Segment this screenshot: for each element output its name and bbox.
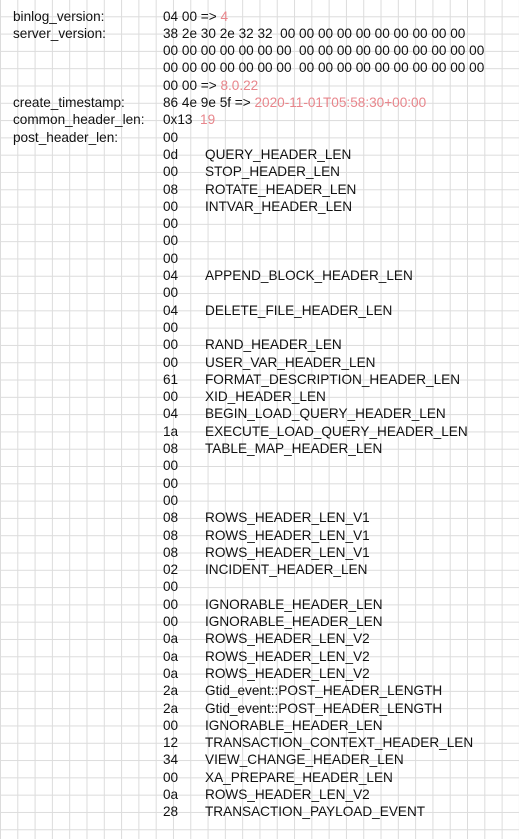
entry-hex: 00 xyxy=(163,354,179,370)
hex-bytes: 00 00 00 00 00 00 00 00 00 00 00 00 00 0… xyxy=(163,43,485,59)
entry-hex: 08 xyxy=(163,544,179,560)
entry-name: ROWS_HEADER_LEN_V1 xyxy=(205,544,370,560)
field-value: 0x13 19 xyxy=(163,111,215,128)
entry-hex: 00 xyxy=(163,614,179,629)
entry-hex: 2a xyxy=(163,700,179,716)
entry-name: TRANSACTION_CONTEXT_HEADER_LEN xyxy=(205,735,474,751)
entry-hex: 00 xyxy=(163,458,179,474)
entry-hex: 0a xyxy=(163,787,179,802)
entry-hex: 0a xyxy=(163,648,179,664)
hex-bytes: 04 00 => xyxy=(163,8,221,24)
hex-bytes: 38 2e 30 2e 32 32 00 00 00 00 00 00 00 0… xyxy=(163,25,466,41)
field-value: 38 2e 30 2e 32 32 00 00 00 00 00 00 00 0… xyxy=(163,25,465,42)
entry-hex: 34 xyxy=(163,752,179,768)
entry-name: FORMAT_DESCRIPTION_HEADER_LEN xyxy=(205,371,461,387)
entry-hex: 00 xyxy=(163,596,179,612)
entry-hex: 00 xyxy=(163,769,179,785)
entry-hex: 00 xyxy=(163,285,179,301)
hex-bytes: 0x13 xyxy=(163,112,201,128)
entry-hex: 12 xyxy=(163,735,179,751)
entry-hex: 00 xyxy=(163,164,179,180)
entry-hex: 00 xyxy=(163,250,179,266)
decoded-value: 2020-11-01T05:58:30+00:00 xyxy=(254,95,427,110)
entry-hex: 00 xyxy=(163,337,179,353)
entry-hex: 02 xyxy=(163,562,179,578)
entry-name: ROWS_HEADER_LEN_V1 xyxy=(205,510,370,526)
field-value: 86 4e 9e 5f => 2020-11-01T05:58:30+00:00 xyxy=(163,94,426,111)
entry-name: EXECUTE_LOAD_QUERY_HEADER_LEN xyxy=(205,423,468,439)
decoded-value: 4 xyxy=(220,8,229,24)
entry-name: ROWS_HEADER_LEN_V2 xyxy=(205,631,370,647)
entry-hex: 00 xyxy=(163,389,179,405)
hex-bytes: 86 4e 9e 5f => xyxy=(163,95,255,110)
entry-name: APPEND_BLOCK_HEADER_LEN xyxy=(205,268,413,283)
field-value: 00 00 00 00 00 00 00 00 00 00 00 00 00 0… xyxy=(163,42,484,59)
hex-bytes: 00 xyxy=(163,129,179,145)
entry-name: ROWS_HEADER_LEN_V2 xyxy=(205,648,370,664)
field-label: create_timestamp: xyxy=(13,95,125,110)
field-value: 00 xyxy=(163,129,178,146)
entry-hex: 00 xyxy=(163,319,179,335)
field-value: 00 00 00 00 00 00 00 00 00 00 00 00 00 0… xyxy=(163,59,484,76)
entry-hex: 61 xyxy=(163,371,179,387)
entry-name: TRANSACTION_PAYLOAD_EVENT xyxy=(205,804,426,820)
entry-name: IGNORABLE_HEADER_LEN xyxy=(205,596,383,612)
entry-hex: 00 xyxy=(163,475,179,491)
hex-bytes: 00 00 => xyxy=(163,77,221,93)
entry-hex: 0d xyxy=(163,146,179,162)
entry-name: VIEW_CHANGE_HEADER_LEN xyxy=(205,752,404,768)
field-label: common_header_len: xyxy=(13,112,145,128)
decoded-value: 19 xyxy=(200,112,216,128)
entry-name: INTVAR_HEADER_LEN xyxy=(205,198,353,214)
entry-name: XA_PREPARE_HEADER_LEN xyxy=(205,769,393,785)
entry-hex: 08 xyxy=(163,181,179,197)
field-label: post_header_len: xyxy=(13,129,119,145)
entry-hex: 1a xyxy=(163,423,179,439)
entry-name: USER_VAR_HEADER_LEN xyxy=(205,354,376,370)
entry-hex: 08 xyxy=(163,527,179,543)
entry-hex: 00 xyxy=(163,717,179,733)
entry-name: IGNORABLE_HEADER_LEN xyxy=(205,614,383,629)
entry-name: DELETE_FILE_HEADER_LEN xyxy=(205,302,393,318)
entry-hex: 04 xyxy=(163,268,179,283)
entry-name: RAND_HEADER_LEN xyxy=(205,337,342,353)
hex-bytes: 00 00 00 00 00 00 00 00 00 00 00 00 00 0… xyxy=(163,60,485,76)
entry-hex: 08 xyxy=(163,441,179,456)
entry-hex: 00 xyxy=(163,579,179,595)
entry-hex: 00 xyxy=(163,216,179,232)
decoded-value: 8.0.22 xyxy=(220,77,259,93)
entry-name: ROWS_HEADER_LEN_V2 xyxy=(205,787,370,802)
field-value: 00 00 => 8.0.22 xyxy=(163,77,258,94)
entry-name: ROTATE_HEADER_LEN xyxy=(205,181,357,197)
field-label: binlog_version: xyxy=(13,8,105,24)
entry-hex: 00 xyxy=(163,198,179,214)
entry-hex: 00 xyxy=(163,233,179,249)
entry-name: TABLE_MAP_HEADER_LEN xyxy=(205,441,383,456)
entry-hex: 0a xyxy=(163,631,179,647)
entry-hex: 04 xyxy=(163,302,179,318)
entry-name: ROWS_HEADER_LEN_V1 xyxy=(205,527,370,543)
field-label: server_version: xyxy=(13,25,106,41)
entry-hex: 2a xyxy=(163,683,179,699)
entry-name: INCIDENT_HEADER_LEN xyxy=(205,562,368,578)
entry-name: ROWS_HEADER_LEN_V2 xyxy=(205,665,370,681)
field-value: 04 00 => 4 xyxy=(163,8,228,25)
entry-name: STOP_HEADER_LEN xyxy=(205,164,340,180)
entry-hex: 00 xyxy=(163,492,179,508)
binlog-format-description-sheet: binlog_version: 04 00 => 4 server_version:… xyxy=(0,0,519,839)
entry-name: Gtid_event::POST_HEADER_LENGTH xyxy=(205,683,443,699)
entry-hex: 04 xyxy=(163,406,179,422)
entry-hex: 08 xyxy=(163,510,179,526)
entry-hex: 28 xyxy=(163,804,179,820)
entry-name: XID_HEADER_LEN xyxy=(205,389,326,405)
entry-name: QUERY_HEADER_LEN xyxy=(205,146,352,162)
entry-hex: 0a xyxy=(163,665,179,681)
entry-name: Gtid_event::POST_HEADER_LENGTH xyxy=(205,700,443,716)
entry-name: IGNORABLE_HEADER_LEN xyxy=(205,717,383,733)
entry-name: BEGIN_LOAD_QUERY_HEADER_LEN xyxy=(205,406,446,422)
